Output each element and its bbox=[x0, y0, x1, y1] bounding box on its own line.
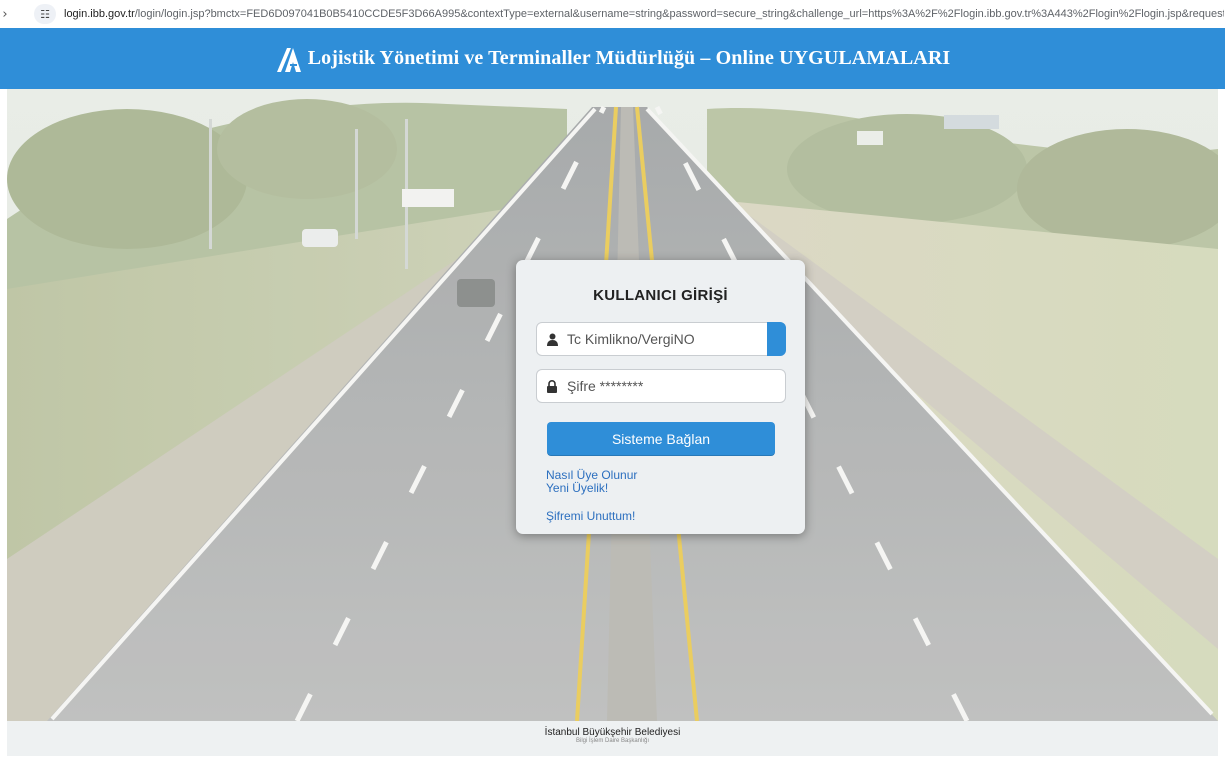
username-field[interactable]: Tc Kimlikno/VergiNO bbox=[536, 322, 786, 356]
url-text[interactable]: login.ibb.gov.tr/login/login.jsp?bmctx=F… bbox=[64, 8, 1224, 20]
how-to-register-link[interactable]: Nasıl Üye Olunur bbox=[546, 468, 637, 482]
url-path: /login/login.jsp?bmctx=FED6D097041B0B541… bbox=[134, 8, 1224, 20]
login-submit-button[interactable]: Sisteme Bağlan bbox=[547, 422, 775, 456]
footer-org-name: İstanbul Büyükşehir Belediyesi bbox=[544, 727, 681, 738]
browser-edge-glyph: › bbox=[2, 6, 8, 22]
footer-department: Bilgi İşlem Daire Başkanlığı bbox=[575, 738, 650, 744]
browser-address-bar: › ☷ login.ibb.gov.tr/login/login.jsp?bmc… bbox=[0, 0, 1225, 28]
logo-icon bbox=[276, 47, 301, 72]
url-host: login.ibb.gov.tr bbox=[64, 8, 135, 20]
user-icon bbox=[537, 323, 567, 355]
site-header: Lojistik Yönetimi ve Terminaller Müdürlü… bbox=[0, 28, 1225, 89]
new-membership-link[interactable]: Yeni Üyelik! bbox=[546, 481, 608, 495]
lock-icon bbox=[537, 370, 567, 402]
site-info-icon[interactable]: ☷ bbox=[34, 4, 56, 24]
username-placeholder: Tc Kimlikno/VergiNO bbox=[567, 331, 695, 347]
forgot-password-link[interactable]: Şifremi Unuttum! bbox=[546, 509, 635, 523]
password-field[interactable]: Şifre ******** bbox=[536, 369, 786, 403]
username-field-accent bbox=[767, 322, 786, 356]
login-title: KULLANICI GİRİŞİ bbox=[593, 287, 728, 304]
site-footer: İstanbul Büyükşehir Belediyesi Bilgi İşl… bbox=[7, 721, 1218, 756]
password-placeholder: Şifre ******** bbox=[567, 378, 644, 394]
page-title: Lojistik Yönetimi ve Terminaller Müdürlü… bbox=[307, 47, 951, 69]
login-panel: KULLANICI GİRİŞİ Tc Kimlikno/VergiNO Şif… bbox=[516, 260, 805, 534]
